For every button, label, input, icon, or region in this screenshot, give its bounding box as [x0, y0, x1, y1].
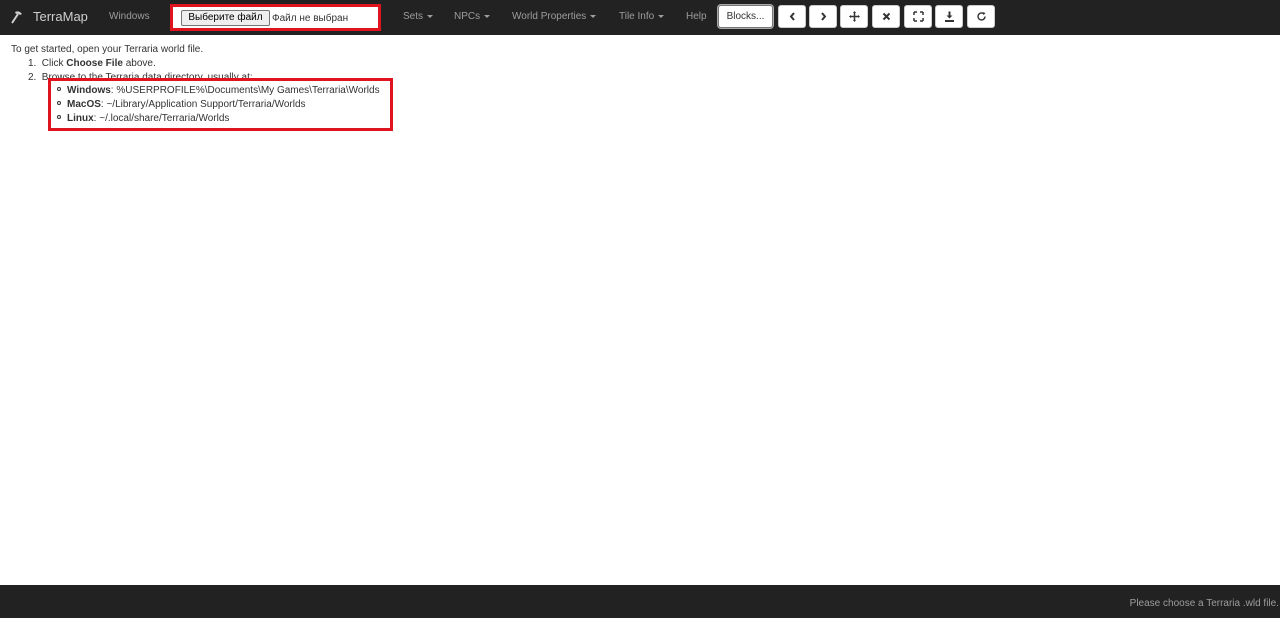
- caret-down-icon: [427, 14, 434, 18]
- bottom-status-bar: Please choose a Terraria .wld file.: [0, 585, 1280, 618]
- os-label: MacOS: [67, 99, 101, 110]
- menu-world-properties-label: World Properties: [512, 11, 587, 22]
- close-icon: [882, 12, 891, 21]
- caret-down-icon: [658, 14, 665, 18]
- next-button[interactable]: [809, 5, 837, 28]
- fullscreen-button[interactable]: [904, 5, 932, 28]
- brand-title[interactable]: TerraMap: [33, 9, 88, 24]
- menu-npcs[interactable]: NPCs: [454, 11, 491, 22]
- refresh-icon: [977, 12, 986, 21]
- menu-sets-label: Sets: [403, 11, 424, 22]
- caret-down-icon: [590, 14, 597, 18]
- circle-bullet-icon: [57, 101, 61, 106]
- menu-npcs-label: NPCs: [454, 11, 481, 22]
- os-path: ~/.local/share/Terraria/Worlds: [99, 113, 230, 124]
- os-path: %USERPROFILE%\Documents\My Games\Terrari…: [116, 85, 380, 96]
- close-button[interactable]: [872, 5, 900, 28]
- menu-tile-info[interactable]: Tile Info: [619, 11, 665, 22]
- pickaxe-icon: [11, 11, 22, 24]
- os-label: Windows: [67, 85, 111, 96]
- chevron-right-icon: [821, 12, 827, 21]
- windows-link[interactable]: Windows: [109, 11, 150, 22]
- blocks-button[interactable]: Blocks...: [718, 5, 773, 28]
- os-path: ~/Library/Application Support/Terraria/W…: [106, 99, 306, 110]
- circle-bullet-icon: [57, 87, 61, 92]
- step1-suffix: above.: [125, 58, 156, 69]
- path-windows: Windows: %USERPROFILE%\Documents\My Game…: [57, 84, 380, 98]
- fullscreen-icon: [913, 11, 924, 22]
- menu-world-properties[interactable]: World Properties: [512, 11, 597, 22]
- intro-text: To get started, open your Terraria world…: [11, 44, 204, 55]
- caret-down-icon: [484, 14, 491, 18]
- previous-button[interactable]: [778, 5, 806, 28]
- help-link[interactable]: Help: [686, 11, 707, 22]
- os-label: Linux: [67, 113, 94, 124]
- download-button[interactable]: [935, 5, 963, 28]
- circle-bullet-icon: [57, 115, 61, 120]
- status-message: Please choose a Terraria .wld file.: [1129, 598, 1279, 609]
- path-macos: MacOS: ~/Library/Application Support/Ter…: [57, 98, 306, 112]
- download-icon: [945, 11, 954, 22]
- step1-bold: Choose File: [66, 58, 123, 69]
- instructions-panel: To get started, open your Terraria world…: [11, 43, 611, 131]
- file-status-text: Файл не выбран: [272, 13, 349, 24]
- step-choose-file: 1. Click Choose File above.: [28, 58, 156, 69]
- file-input-highlight: Выберите файл Файл не выбран: [170, 4, 381, 31]
- refresh-button[interactable]: [967, 5, 995, 28]
- move-icon: [849, 11, 860, 22]
- top-navbar: TerraMap Windows Выберите файл Файл не в…: [0, 0, 1280, 35]
- step1-prefix: Click: [41, 58, 64, 69]
- path-linux: Linux: ~/.local/share/Terraria/Worlds: [57, 112, 229, 126]
- move-button[interactable]: [840, 5, 868, 28]
- menu-sets[interactable]: Sets: [403, 11, 434, 22]
- chevron-left-icon: [789, 12, 795, 21]
- menu-tile-info-label: Tile Info: [619, 11, 655, 22]
- choose-file-button[interactable]: Выберите файл: [181, 10, 270, 26]
- paths-highlight: Windows: %USERPROFILE%\Documents\My Game…: [48, 78, 393, 131]
